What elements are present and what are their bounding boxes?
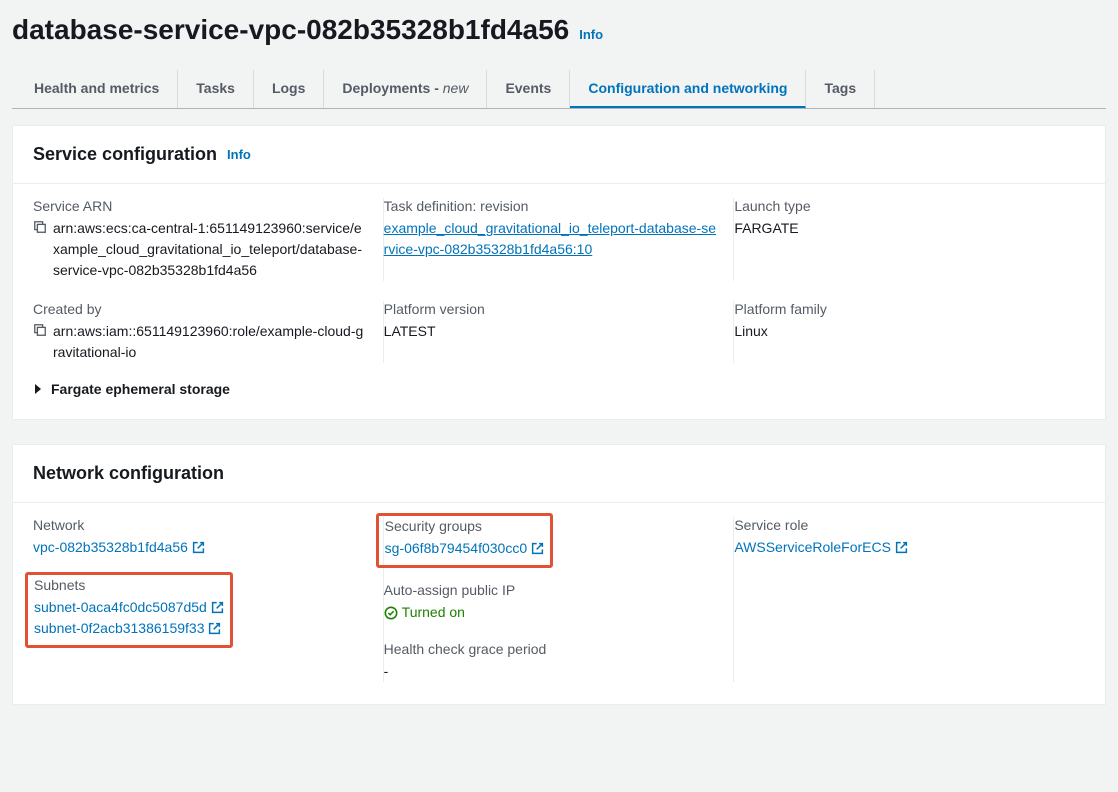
tab-deployments-label: Deployments - (342, 80, 442, 96)
task-def-label: Task definition: revision (384, 198, 717, 214)
platform-version-label: Platform version (384, 301, 717, 317)
subnets-label: Subnets (34, 577, 224, 593)
created-by-value: arn:aws:iam::651149123960:role/example-c… (53, 321, 366, 363)
network-config-title: Network configuration (33, 463, 224, 484)
subnet-link-0[interactable]: subnet-0aca4fc0dc5087d5d (34, 597, 224, 618)
platform-family-value: Linux (734, 321, 1067, 342)
launch-type-value: FARGATE (734, 218, 1067, 239)
info-link[interactable]: Info (579, 27, 603, 42)
external-link-icon (211, 601, 224, 614)
network-link[interactable]: vpc-082b35328b1fd4a56 (33, 537, 205, 558)
launch-type-label: Launch type (734, 198, 1067, 214)
page-title: database-service-vpc-082b35328b1fd4a56 I… (12, 14, 1106, 46)
service-arn-value: arn:aws:ecs:ca-central-1:651149123960:se… (53, 218, 366, 281)
security-group-link[interactable]: sg-06f8b79454f030cc0 (385, 538, 544, 559)
platform-family-label: Platform family (734, 301, 1067, 317)
service-config-panel: Service configuration Info Service ARN a… (12, 125, 1106, 420)
fargate-storage-toggle[interactable]: Fargate ephemeral storage (33, 381, 1085, 397)
service-arn-label: Service ARN (33, 198, 366, 214)
external-link-icon (192, 541, 205, 554)
tab-tasks[interactable]: Tasks (178, 70, 254, 108)
caret-right-icon (33, 384, 43, 394)
created-by-label: Created by (33, 301, 366, 317)
fargate-storage-label: Fargate ephemeral storage (51, 381, 230, 397)
security-groups-highlight: Security groups sg-06f8b79454f030cc0 (376, 513, 553, 568)
auto-ip-label: Auto-assign public IP (384, 582, 717, 598)
copy-icon[interactable] (33, 220, 47, 234)
subnet-link-1[interactable]: subnet-0f2acb31386159f33 (34, 618, 221, 639)
check-circle-icon (384, 606, 398, 620)
tabs-bar: Health and metrics Tasks Logs Deployment… (12, 70, 1106, 109)
tab-deployments[interactable]: Deployments - new (324, 70, 487, 108)
service-config-info[interactable]: Info (227, 147, 251, 162)
security-groups-label: Security groups (385, 518, 544, 534)
tab-tags[interactable]: Tags (806, 70, 875, 108)
copy-icon[interactable] (33, 323, 47, 337)
network-config-panel: Network configuration Network vpc-082b35… (12, 444, 1106, 705)
tab-health[interactable]: Health and metrics (16, 70, 178, 108)
network-label: Network (33, 517, 366, 533)
service-role-link[interactable]: AWSServiceRoleForECS (734, 537, 908, 558)
external-link-icon (895, 541, 908, 554)
tab-deployments-new: new (443, 80, 469, 96)
task-def-link[interactable]: example_cloud_gravitational_io_teleport-… (384, 218, 717, 260)
external-link-icon (208, 622, 221, 635)
auto-ip-value: Turned on (384, 602, 717, 623)
tab-events[interactable]: Events (487, 70, 570, 108)
subnets-highlight: Subnets subnet-0aca4fc0dc5087d5d (25, 572, 233, 648)
health-check-value: - (384, 661, 717, 682)
tab-config[interactable]: Configuration and networking (570, 70, 806, 108)
health-check-label: Health check grace period (384, 641, 717, 657)
external-link-icon (531, 542, 544, 555)
service-config-title: Service configuration (33, 144, 217, 165)
service-role-label: Service role (734, 517, 1067, 533)
tab-logs[interactable]: Logs (254, 70, 324, 108)
title-text: database-service-vpc-082b35328b1fd4a56 (12, 14, 569, 46)
platform-version-value: LATEST (384, 321, 717, 342)
